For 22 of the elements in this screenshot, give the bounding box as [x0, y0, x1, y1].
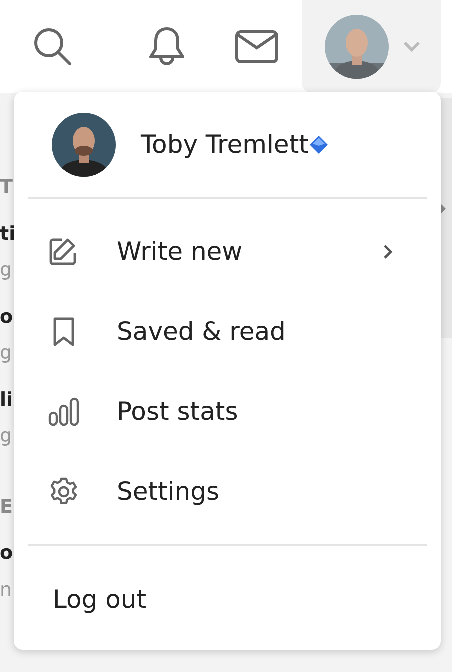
- bar-chart-icon: [48, 396, 80, 428]
- meta-text-fragment: g: [0, 258, 14, 283]
- title-fragment: ti: [0, 222, 14, 246]
- search-icon: [32, 26, 74, 68]
- bell-icon: [148, 26, 186, 68]
- title-fragment: o: [0, 304, 14, 330]
- chevron-down-icon: [403, 41, 422, 52]
- envelope-icon: [235, 28, 280, 64]
- menu-item[interactable]: Write new: [28, 212, 427, 292]
- menu-item[interactable]: Post stats: [28, 372, 427, 452]
- meta-text-fragment: n: [0, 578, 14, 602]
- log-out-link[interactable]: Log out: [53, 581, 147, 618]
- profile-name[interactable]: Toby Tremlett: [141, 126, 309, 164]
- account-menu-button[interactable]: [302, 0, 441, 93]
- section-heading-fragment: E: [0, 494, 14, 520]
- menu-item[interactable]: Saved & read: [28, 292, 427, 372]
- title-fragment: li: [0, 388, 14, 412]
- menu-item[interactable]: Settings: [28, 452, 427, 532]
- meta-text-fragment: g: [0, 341, 14, 366]
- title-fragment: o: [0, 541, 14, 566]
- section-heading-fragment: T: [0, 175, 14, 200]
- meta-text-fragment: g: [0, 424, 14, 449]
